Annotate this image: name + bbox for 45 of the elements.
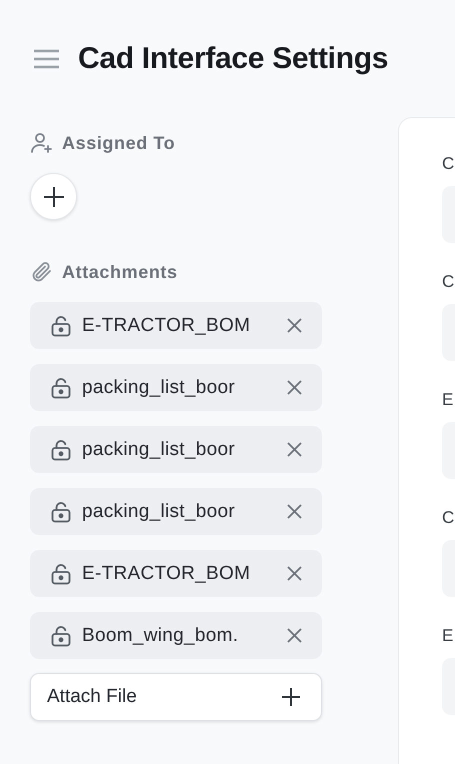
menu-icon[interactable] [33, 48, 60, 70]
attachment-chip[interactable]: packing_list_boor [30, 364, 322, 411]
unlock-icon [50, 500, 72, 522]
unlock-icon [50, 376, 72, 398]
attachment-chip[interactable]: packing_list_boor [30, 426, 322, 473]
file-name: packing_list_boor [82, 376, 236, 398]
section-label: Assigned To [62, 132, 176, 154]
unlock-icon [50, 314, 72, 336]
file-name: packing_list_boor [82, 438, 236, 460]
field-label: E [442, 626, 454, 646]
attach-file-button[interactable]: Attach File [30, 673, 322, 721]
attachment-chip[interactable]: E-TRACTOR_BOM [30, 550, 322, 597]
remove-button[interactable] [287, 504, 302, 519]
file-name: packing_list_boor [82, 500, 236, 522]
remove-button[interactable] [287, 318, 302, 333]
remove-button[interactable] [287, 442, 302, 457]
field-label: C [442, 508, 455, 528]
paperclip-icon [30, 260, 54, 284]
close-icon [287, 318, 302, 333]
unlock-icon [50, 624, 72, 646]
add-assignee-button[interactable] [30, 173, 77, 220]
remove-button[interactable] [287, 628, 302, 643]
close-icon [287, 442, 302, 457]
page-title: Cad Interface Settings [78, 42, 388, 76]
field-label: C [442, 154, 455, 174]
unlock-icon [50, 438, 72, 460]
add-user-icon [30, 131, 54, 155]
remove-button[interactable] [287, 380, 302, 395]
remove-button[interactable] [287, 566, 302, 581]
plus-icon [42, 186, 64, 208]
attachment-chip[interactable]: E-TRACTOR_BOM [30, 302, 322, 349]
attachment-chip[interactable]: Boom_wing_bom. [30, 612, 322, 659]
file-name: Boom_wing_bom. [82, 624, 240, 646]
field-label: C [442, 272, 455, 292]
attachment-chip[interactable]: packing_list_boor [30, 488, 322, 535]
plus-icon [281, 687, 301, 707]
close-icon [287, 628, 302, 643]
file-name: E-TRACTOR_BOM [82, 314, 252, 336]
unlock-icon [50, 562, 72, 584]
close-icon [287, 566, 302, 581]
file-name: E-TRACTOR_BOM [82, 562, 252, 584]
close-icon [287, 504, 302, 519]
close-icon [287, 380, 302, 395]
field-label: E [442, 390, 454, 410]
section-label: Attachments [62, 262, 178, 282]
